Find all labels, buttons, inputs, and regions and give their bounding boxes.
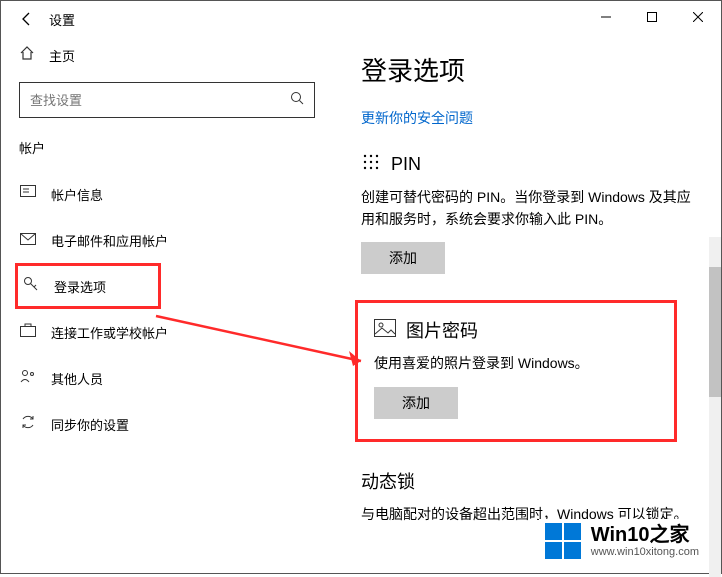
sidebar-item-label: 其他人员 — [51, 369, 103, 388]
maximize-button[interactable] — [629, 1, 675, 33]
picture-title: 图片密码 — [406, 317, 478, 343]
scrollbar[interactable] — [709, 237, 721, 577]
pin-option: PIN 创建可替代密码的 PIN。当你登录到 Windows 及其应用和服务时，… — [361, 152, 701, 274]
search-box[interactable] — [19, 82, 315, 118]
page-heading: 登录选项 — [361, 51, 701, 88]
sidebar-item-work-school[interactable]: 连接工作或学校帐户 — [19, 309, 315, 355]
sidebar: 主页 帐户 帐户信息 电子邮件和应用帐户 登录选项 — [1, 37, 333, 573]
window-title: 设置 — [49, 10, 75, 29]
scrollbar-thumb[interactable] — [709, 267, 721, 397]
dynamic-lock-option: 动态锁 与电脑配对的设备超出范围时，Windows 可以锁定。 — [361, 468, 701, 526]
minimize-button[interactable] — [583, 1, 629, 33]
sidebar-item-email[interactable]: 电子邮件和应用帐户 — [19, 217, 315, 263]
security-questions-link[interactable]: 更新你的安全问题 — [361, 108, 473, 128]
minimize-icon — [601, 12, 611, 22]
pin-title: PIN — [391, 154, 421, 175]
watermark-text: Win10之家 — [591, 524, 699, 546]
watermark-url: www.win10xitong.com — [591, 546, 699, 558]
close-icon — [693, 12, 703, 22]
picture-desc: 使用喜爱的照片登录到 Windows。 — [374, 353, 658, 375]
close-button[interactable] — [675, 1, 721, 33]
sidebar-item-label: 同步你的设置 — [51, 415, 129, 434]
windows-logo-icon — [545, 523, 581, 559]
main-container: 主页 帐户 帐户信息 电子邮件和应用帐户 登录选项 — [1, 37, 721, 573]
section-label: 帐户 — [19, 138, 315, 157]
watermark: Win10之家 www.win10xitong.com — [539, 519, 705, 563]
content-pane: 登录选项 更新你的安全问题 PIN 创建可替代密码的 PIN。当你登录到 Win… — [333, 37, 721, 573]
briefcase-icon — [19, 323, 37, 341]
titlebar: 设置 — [1, 1, 721, 37]
home-button[interactable]: 主页 — [19, 37, 315, 82]
search-icon — [290, 91, 304, 109]
sidebar-item-label: 电子邮件和应用帐户 — [51, 231, 168, 250]
sidebar-item-label: 帐户信息 — [51, 185, 103, 204]
sidebar-item-signin-options[interactable]: 登录选项 — [15, 263, 161, 309]
people-icon — [19, 369, 37, 387]
home-icon — [19, 45, 37, 66]
sidebar-item-other-people[interactable]: 其他人员 — [19, 355, 315, 401]
picture-password-option: 图片密码 使用喜爱的照片登录到 Windows。 添加 — [355, 300, 677, 442]
sidebar-item-label: 登录选项 — [54, 277, 106, 296]
key-icon — [22, 276, 40, 296]
arrow-left-icon — [19, 11, 35, 27]
back-button[interactable] — [13, 5, 41, 33]
picture-add-button[interactable]: 添加 — [374, 387, 458, 419]
window-controls — [583, 1, 721, 33]
home-label: 主页 — [49, 46, 75, 65]
dynamic-title: 动态锁 — [361, 468, 415, 494]
sidebar-nav: 帐户信息 电子邮件和应用帐户 登录选项 连接工作或学校帐户 其他人员 同步你的设… — [19, 171, 315, 447]
sidebar-item-sync[interactable]: 同步你的设置 — [19, 401, 315, 447]
search-input[interactable] — [30, 93, 290, 108]
sidebar-item-account-info[interactable]: 帐户信息 — [19, 171, 315, 217]
pin-desc: 创建可替代密码的 PIN。当你登录到 Windows 及其应用和服务时，系统会要… — [361, 187, 701, 230]
mail-icon — [19, 232, 37, 249]
pin-add-button[interactable]: 添加 — [361, 242, 445, 274]
id-card-icon — [19, 185, 37, 203]
pin-icon — [361, 152, 381, 177]
picture-icon — [374, 319, 396, 342]
maximize-icon — [647, 12, 657, 22]
sync-icon — [19, 414, 37, 434]
sidebar-item-label: 连接工作或学校帐户 — [51, 323, 168, 342]
